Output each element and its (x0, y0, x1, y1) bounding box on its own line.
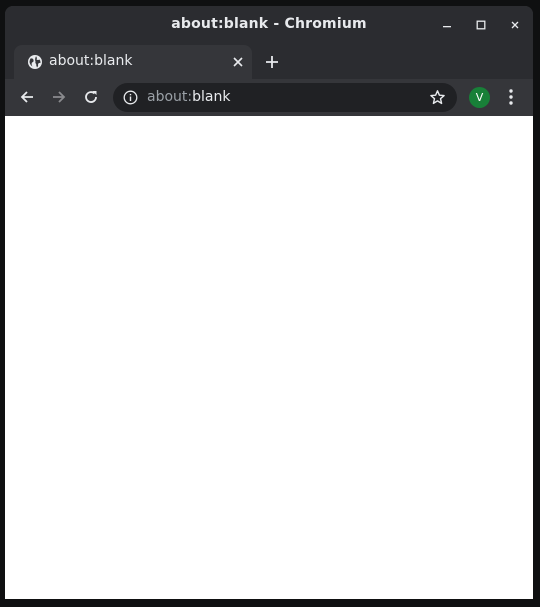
back-arrow-icon (20, 91, 33, 103)
forward-arrow-icon (53, 91, 66, 103)
url-text[interactable]: about:blank (147, 89, 230, 105)
three-dot-menu-icon[interactable] (507, 87, 515, 107)
tab-strip: about:blank (5, 44, 533, 79)
forward-button[interactable] (49, 87, 69, 107)
reload-button[interactable] (81, 87, 101, 107)
star-icon[interactable] (429, 89, 446, 106)
info-icon[interactable] (123, 90, 138, 105)
minimize-icon (443, 26, 451, 28)
title-bar[interactable]: about:blank - Chromium (5, 6, 533, 44)
maximize-button[interactable] (471, 15, 491, 35)
profile-avatar[interactable]: V (469, 87, 490, 108)
browser-window: about:blank - Chromium about:blank about… (5, 6, 533, 599)
back-button[interactable] (17, 87, 37, 107)
toolbar: about:blank V (5, 79, 533, 116)
page-content[interactable] (5, 116, 533, 599)
maximize-icon (476, 20, 486, 30)
tab-title: about:blank (49, 53, 133, 69)
url-path: blank (192, 89, 231, 105)
url-scheme: about: (147, 89, 193, 105)
minimize-button[interactable] (437, 15, 457, 35)
close-icon[interactable] (231, 55, 245, 69)
globe-icon (28, 55, 42, 69)
tab-about-blank[interactable]: about:blank (14, 45, 252, 79)
plus-icon[interactable] (264, 54, 280, 70)
reload-icon (85, 91, 97, 103)
address-bar[interactable]: about:blank (113, 83, 457, 112)
close-window-button[interactable] (505, 15, 525, 35)
close-icon (511, 21, 519, 29)
